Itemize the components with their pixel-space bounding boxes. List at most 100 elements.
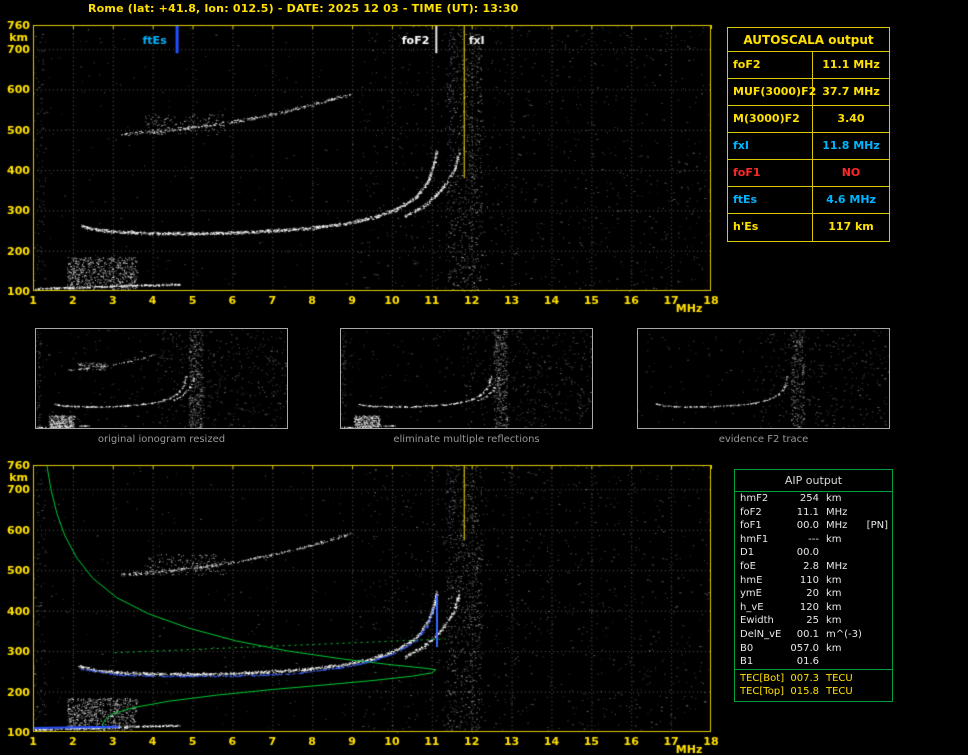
profile-chart xyxy=(5,458,720,754)
aip-note xyxy=(857,587,892,601)
autoscala-row-value: 11.8 MHz xyxy=(822,139,880,152)
autoscala-row-ftes: ftEs 4.6 MHz xyxy=(728,187,889,214)
aip-note xyxy=(857,655,892,669)
autoscala-table: foF2 11.1 MHz MUF(3000)F2 37.7 MHz M(3000)F2… xyxy=(728,52,889,241)
autoscala-row-label: ftEs xyxy=(728,187,813,213)
aip-label: B0 xyxy=(740,642,754,654)
autoscala-row-label: foF1 xyxy=(728,160,813,186)
aip-value: 00.1 xyxy=(796,628,819,640)
aip-value: 11.1 xyxy=(796,506,819,518)
aip-row-ewidth: Ewidth 25 km xyxy=(735,614,892,628)
aip-label: hmF1 xyxy=(740,533,769,545)
aip-unit: MHz xyxy=(826,560,848,572)
aip-unit: km xyxy=(826,533,842,545)
autoscala-panel-title: AUTOSCALA output xyxy=(728,28,889,52)
aip-unit: km xyxy=(826,642,842,654)
aip-unit: MHz xyxy=(826,506,848,518)
ionogram-main-chart xyxy=(5,16,720,316)
aip-label: Ewidth xyxy=(740,615,774,627)
aip-table: hmF2 254 km foF2 11.1 MHz foF1 00.0 MHz [PN] hmF1 -… xyxy=(735,492,892,669)
aip-note xyxy=(857,685,892,699)
autoscala-row-m-3000-f2: M(3000)F2 3.40 xyxy=(728,106,889,133)
aip-unit: km xyxy=(826,615,842,627)
aip-label: h_vE xyxy=(740,601,764,613)
aip-note xyxy=(857,574,892,588)
thumbnail-multiple-reflections xyxy=(340,328,593,429)
autoscala-row-h-es: h'Es 117 km xyxy=(728,214,889,241)
profile-canvas xyxy=(5,458,720,754)
autoscala-row-fxi: fxI 11.8 MHz xyxy=(728,133,889,160)
aip-unit: m^(-3) xyxy=(826,628,862,640)
aip-row-fof2: foF2 11.1 MHz xyxy=(735,506,892,520)
aip-note: [PN] xyxy=(866,520,888,532)
aip-label: foF1 xyxy=(740,520,762,532)
aip-unit: MHz xyxy=(826,520,848,532)
aip-value: 20 xyxy=(806,588,819,600)
aip-unit: km xyxy=(826,574,842,586)
aip-note xyxy=(857,601,892,615)
aip-value: 00.0 xyxy=(796,520,819,532)
aip-label: hmF2 xyxy=(740,493,769,504)
autoscala-row-label: MUF(3000)F2 xyxy=(728,79,816,105)
aip-row-d1: D1 00.0 xyxy=(735,546,892,560)
aip-row-h-ve: h_vE 120 km xyxy=(735,601,892,615)
aip-row-deln-ve: DelN_vE 00.1 m^(-3) xyxy=(735,628,892,642)
thumbnail-caption-reflections: eliminate multiple reflections xyxy=(393,434,540,445)
aip-row-yme: ymE 20 km xyxy=(735,587,892,601)
aip-label: foE xyxy=(740,560,756,572)
autoscala-row-label: h'Es xyxy=(728,214,813,241)
aip-note xyxy=(857,672,892,686)
autoscala-row-fof2: foF2 11.1 MHz xyxy=(728,52,889,79)
aip-row-tec-bot-: TEC[Bot] 007.3 TECU xyxy=(735,672,892,686)
aip-unit: TECU xyxy=(826,672,853,684)
aip-value: 007.3 xyxy=(790,672,819,684)
autoscala-output-panel: AUTOSCALA output foF2 11.1 MHz MUF(3000)F2… xyxy=(727,27,890,242)
aip-output-panel: AIP output hmF2 254 km foF2 11.1 MHz foF1 00.0 M… xyxy=(734,469,893,702)
aip-value: 057.0 xyxy=(790,642,819,654)
aip-note xyxy=(857,642,892,656)
aip-value: 25 xyxy=(806,615,819,627)
aip-note xyxy=(857,506,892,520)
thumbnail-f2-trace xyxy=(637,328,890,429)
autoscala-row-label: M(3000)F2 xyxy=(728,106,813,132)
aip-panel-title: AIP output xyxy=(735,470,892,492)
autoscala-row-value: NO xyxy=(841,166,861,179)
autoscala-row-label: fxI xyxy=(728,133,813,159)
thumbnail-caption-f2: evidence F2 trace xyxy=(718,434,809,445)
thumbnail-original-ionogram xyxy=(35,328,288,429)
aip-unit xyxy=(819,546,857,560)
autoscala-app-window: Rome (lat: +41.8, lon: 012.5) - DATE: 20… xyxy=(0,0,968,755)
aip-label: B1 xyxy=(740,656,754,668)
aip-note xyxy=(857,614,892,628)
aip-row-hmf2: hmF2 254 km xyxy=(735,492,892,506)
ionogram-main-canvas xyxy=(5,16,720,316)
autoscala-row-value: 11.1 MHz xyxy=(822,58,880,71)
aip-label: TEC[Top] xyxy=(740,686,785,698)
aip-unit xyxy=(819,655,857,669)
aip-row-fof1: foF1 00.0 MHz [PN] xyxy=(735,519,892,533)
autoscala-row-value: 3.40 xyxy=(837,112,865,125)
aip-unit: km xyxy=(826,601,842,613)
aip-note xyxy=(857,628,892,642)
aip-unit: km xyxy=(826,588,842,600)
autoscala-row-value: 4.6 MHz xyxy=(826,193,876,206)
aip-label: hmE xyxy=(740,574,763,586)
aip-label: TEC[Bot] xyxy=(740,672,785,684)
aip-label: D1 xyxy=(740,547,755,559)
aip-value: 00.0 xyxy=(796,547,819,559)
aip-label: foF2 xyxy=(740,506,762,518)
autoscala-row-value: 117 km xyxy=(828,220,874,233)
aip-value: 254 xyxy=(799,493,819,504)
aip-note xyxy=(857,560,892,574)
aip-unit: km xyxy=(826,493,842,504)
autoscala-row-value: 37.7 MHz xyxy=(822,85,880,98)
aip-note xyxy=(857,533,892,547)
aip-row-foe: foE 2.8 MHz xyxy=(735,560,892,574)
aip-tec-section: TEC[Bot] 007.3 TECU TEC[Top] 015.8 TECU xyxy=(735,668,892,701)
aip-row-hmf1: hmF1 --- km xyxy=(735,533,892,547)
autoscala-row-muf-3000-f2: MUF(3000)F2 37.7 MHz xyxy=(728,79,889,106)
aip-value: --- xyxy=(808,533,819,545)
aip-row-tec-top-: TEC[Top] 015.8 TECU xyxy=(735,685,892,699)
aip-note xyxy=(857,492,892,506)
aip-row-b0: B0 057.0 km xyxy=(735,642,892,656)
